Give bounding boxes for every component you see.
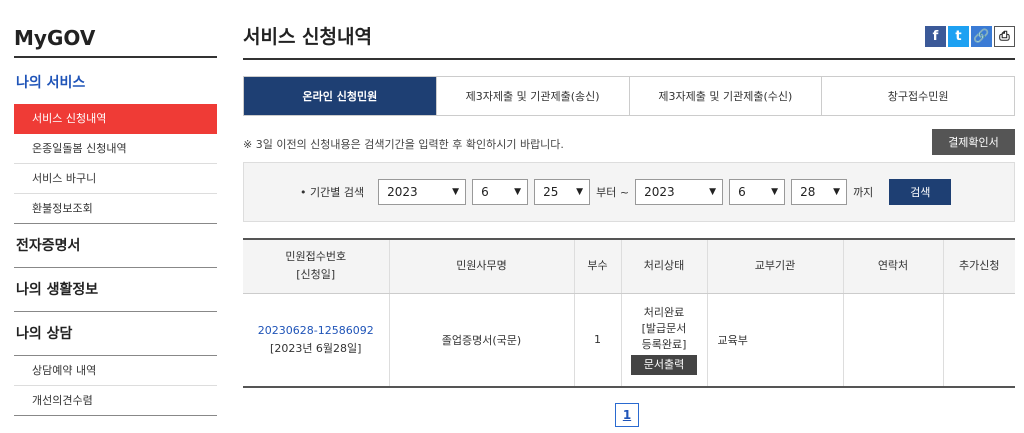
sidebar-item-refund-info[interactable]: 환불정보조회 — [14, 194, 217, 224]
sidebar-item-all-day-care[interactable]: 온종일돌봄 신청내역 — [14, 134, 217, 164]
main-content: 서비스 신청내역 f t 🔗 ⎙ 온라인 신청민원 제3자제출 및 기관제출(송… — [243, 0, 1015, 427]
sidebar-item-service-basket[interactable]: 서비스 바구니 — [14, 164, 217, 194]
section-my-services[interactable]: 나의 서비스 — [14, 58, 217, 104]
link-icon[interactable]: 🔗 — [971, 26, 992, 47]
from-text: 부터 ~ — [596, 186, 630, 199]
section-life-info[interactable]: 나의 생활정보 — [14, 268, 217, 312]
chevron-down-icon: ▼ — [709, 187, 717, 197]
chevron-down-icon: ▼ — [833, 187, 841, 197]
status-line-1: 처리완료 — [643, 305, 685, 319]
section-e-certificate[interactable]: 전자증명서 — [14, 224, 217, 268]
from-year-select[interactable]: 2023 ▼ — [378, 179, 467, 205]
period-search-panel: • 기간별 검색 2023 ▼ 6 ▼ 25 ▼ 부터 ~ 2023 ▼ 6 ▼ 28 ▼ … — [243, 162, 1015, 222]
col-agency: 교부기관 — [707, 239, 844, 294]
chevron-down-icon: ▼ — [514, 187, 522, 197]
chevron-down-icon: ▼ — [452, 187, 460, 197]
pagination-page-1[interactable]: 1 — [615, 403, 639, 427]
receipt-cell: 20230628-12586092 [2023년 6월28일] — [243, 293, 390, 388]
chevron-down-icon: ▼ — [771, 187, 779, 197]
page-title: 서비스 신청내역 — [243, 26, 372, 48]
chevron-down-icon: ▼ — [576, 187, 584, 197]
sidebar-item-consult-reservation[interactable]: 상담예약 내역 — [14, 356, 217, 386]
notice-text: ※ 3일 이전의 신청내용은 검색기간을 입력한 후 확인하시기 바랍니다. — [243, 138, 564, 151]
application-table: 민원접수번호 [신청일] 민원사무명 부수 처리상태 교부기관 연락처 추가신청 … — [243, 238, 1015, 388]
payment-confirm-button[interactable]: 결제확인서 — [932, 129, 1015, 155]
contact-cell — [843, 293, 944, 388]
facebook-icon[interactable]: f — [925, 26, 946, 47]
col-service-name: 민원사무명 — [389, 239, 575, 294]
apply-date: [2023년 6월28일] — [270, 341, 362, 355]
receipt-number-link[interactable]: 20230628-12586092 — [243, 324, 389, 337]
col-extra: 추가신청 — [943, 239, 1015, 294]
twitter-icon[interactable]: t — [948, 26, 969, 47]
tab-bar: 온라인 신청민원 제3자제출 및 기관제출(송신) 제3자제출 및 기관제출(수… — [243, 76, 1015, 116]
table-header-row: 민원접수번호 [신청일] 민원사무명 부수 처리상태 교부기관 연락처 추가신청 — [243, 239, 1015, 294]
share-buttons: f t 🔗 ⎙ — [925, 26, 1015, 47]
tab-online-civil[interactable]: 온라인 신청민원 — [244, 77, 437, 115]
sidebar: MyGOV 나의 서비스 서비스 신청내역 온종일돌봄 신청내역 서비스 바구니… — [14, 0, 217, 416]
col-receipt-no: 민원접수번호 [신청일] — [243, 239, 390, 294]
status-line-3: 등록완료] — [641, 337, 687, 351]
agency-cell: 교육부 — [707, 293, 844, 388]
sidebar-item-service-history[interactable]: 서비스 신청내역 — [14, 104, 217, 134]
to-month-select[interactable]: 6 ▼ — [729, 179, 786, 205]
status-line-2: [발급문서 — [641, 321, 687, 335]
service-name-cell: 졸업증명서(국문) — [389, 293, 575, 388]
extra-cell — [943, 293, 1015, 388]
tab-counter-civil[interactable]: 창구접수민원 — [822, 77, 1014, 115]
document-print-button[interactable]: 문서출력 — [631, 354, 697, 375]
section-consultation[interactable]: 나의 상담 — [14, 312, 217, 356]
col-status: 처리상태 — [621, 239, 708, 294]
to-year-select[interactable]: 2023 ▼ — [635, 179, 724, 205]
col-count: 부수 — [574, 239, 622, 294]
count-cell: 1 — [574, 293, 622, 388]
from-day-select[interactable]: 25 ▼ — [534, 179, 591, 205]
sidebar-item-feedback[interactable]: 개선의견수렴 — [14, 386, 217, 416]
table-row: 20230628-12586092 [2023년 6월28일] 졸업증명서(국문… — [243, 293, 1015, 388]
tab-third-party-received[interactable]: 제3자제출 및 기관제출(수신) — [629, 77, 823, 115]
my-services-list: 서비스 신청내역 온종일돌봄 신청내역 서비스 바구니 환불정보조회 — [14, 104, 217, 224]
status-cell: 처리완료 [발급문서 등록완료] 문서출력 — [621, 293, 708, 388]
brand-title[interactable]: MyGOV — [14, 0, 217, 58]
search-label: • 기간별 검색 — [300, 186, 365, 199]
search-button[interactable]: 검색 — [889, 179, 952, 205]
from-month-select[interactable]: 6 ▼ — [472, 179, 529, 205]
page-header: 서비스 신청내역 f t 🔗 ⎙ — [243, 0, 1015, 60]
to-text: 까지 — [853, 186, 874, 199]
print-icon[interactable]: ⎙ — [994, 26, 1015, 47]
tab-third-party-sent[interactable]: 제3자제출 및 기관제출(송신) — [436, 77, 630, 115]
to-day-select[interactable]: 28 ▼ — [791, 179, 848, 205]
col-contact: 연락처 — [843, 239, 944, 294]
